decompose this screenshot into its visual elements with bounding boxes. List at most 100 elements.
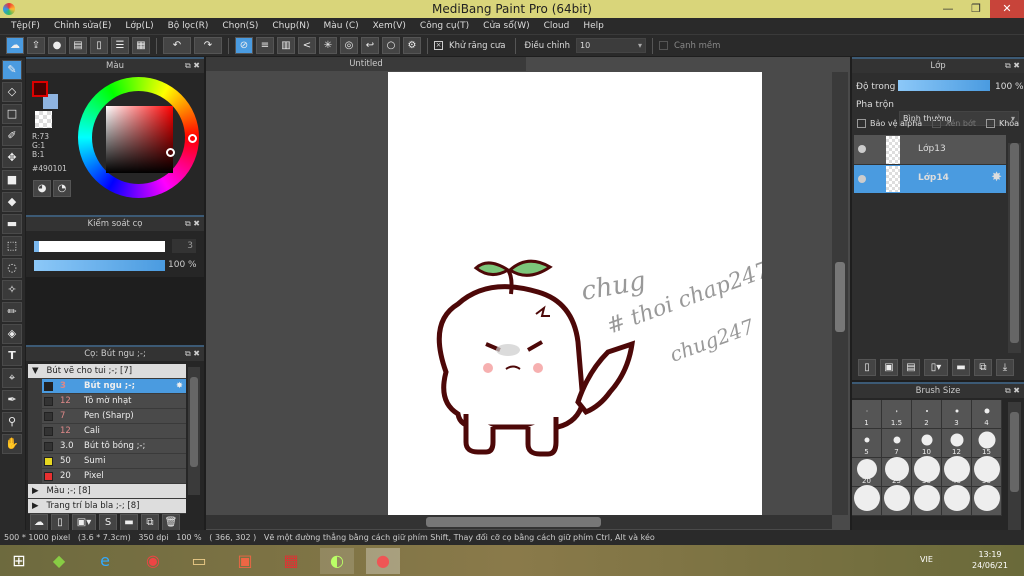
operation-tool-icon[interactable]: ⌖ <box>2 368 22 388</box>
brush-size-cell[interactable] <box>972 485 1002 516</box>
comment-icon[interactable]: ● <box>48 37 66 54</box>
page-list-icon[interactable]: ☰ <box>111 37 129 54</box>
palette-icon[interactable]: ◕ <box>33 180 51 197</box>
menu-file[interactable]: Tệp(F) <box>4 18 47 34</box>
cloud-brush-icon[interactable]: ☁ <box>30 514 48 531</box>
snap-settings-icon[interactable]: ⚙ <box>403 37 421 54</box>
chrome-icon[interactable]: ◉ <box>136 548 170 574</box>
page-grid-icon[interactable]: ▦ <box>132 37 150 54</box>
brush-size-cell[interactable]: 40 <box>942 456 972 487</box>
brush-item[interactable]: 3.0 Bút tô bóng ;-; <box>42 439 186 454</box>
brush-size-cell[interactable]: 7 <box>882 429 912 458</box>
menu-help[interactable]: Help <box>576 18 611 34</box>
brush-tool-icon[interactable]: ✎ <box>2 60 22 80</box>
panel-float-close-icon[interactable]: ⧉ ✖ <box>185 347 200 361</box>
brush-size-cell[interactable]: 20 <box>852 458 882 487</box>
brush-size-cell[interactable]: 1.5 <box>882 400 912 429</box>
brush-size-cell[interactable]: 2 <box>912 400 942 429</box>
magic-wand-tool-icon[interactable]: ✧ <box>2 280 22 300</box>
speech-icon[interactable]: ▤ <box>69 37 87 54</box>
adjust-select[interactable]: 10 <box>575 38 646 53</box>
brush-size-cell[interactable]: 3 <box>942 400 972 429</box>
duplicate-icon[interactable]: ⧉ <box>141 514 159 531</box>
new-halftone-layer-icon[interactable]: ▣ <box>880 359 898 376</box>
layer-settings-icon[interactable]: ✸ <box>991 170 1002 185</box>
brush-size-slider[interactable] <box>34 241 165 252</box>
brush-size-cell[interactable] <box>852 485 882 516</box>
bluestacks-icon[interactable]: ◆ <box>42 548 76 574</box>
undo-icon[interactable]: ↶ <box>163 37 191 54</box>
medibang-taskbar-icon[interactable]: ● <box>366 548 400 574</box>
menu-tools[interactable]: Công cụ(T) <box>413 18 476 34</box>
input-language[interactable]: VIE <box>920 555 933 564</box>
panel-float-close-icon[interactable]: ⧉ ✖ <box>185 59 200 73</box>
canvas[interactable]: chug # thoi chap247 chug247 <box>388 72 773 515</box>
clipping-checkbox[interactable] <box>932 119 942 128</box>
menu-edit[interactable]: Chỉnh sửa(E) <box>47 18 118 34</box>
menu-window[interactable]: Cửa sổ(W) <box>476 18 536 34</box>
brush-item[interactable]: 20 Pixel <box>42 469 186 484</box>
powerpoint-icon[interactable]: ▣ <box>228 548 262 574</box>
menu-snap[interactable]: Chụp(N) <box>265 18 316 34</box>
windows-start-icon[interactable]: ⊞ <box>2 548 36 574</box>
dot-tool-icon[interactable]: □ <box>2 104 22 124</box>
folder-icon[interactable]: ▬ <box>120 514 138 531</box>
brush-group-header[interactable]: ▶ Trang trí bla bla ;-; [8] <box>28 499 186 514</box>
brush-size-cell[interactable] <box>942 485 972 516</box>
vanish-snap-icon[interactable]: < <box>298 37 316 54</box>
canvas-horizontal-scrollbar[interactable] <box>206 515 832 529</box>
lock-checkbox[interactable] <box>985 119 995 128</box>
brush-script-icon[interactable]: S <box>99 514 117 531</box>
share-icon[interactable]: ⇪ <box>27 37 45 54</box>
primary-color-swatch[interactable] <box>32 81 48 97</box>
maximize-button[interactable]: ❐ <box>962 0 990 18</box>
add-brush-menu-icon[interactable]: ▣▾ <box>72 514 96 531</box>
merge-layer-icon[interactable]: ⤓ <box>996 359 1014 376</box>
menu-color[interactable]: Màu (C) <box>317 18 366 34</box>
divide-tool-icon[interactable]: ✒ <box>2 390 22 410</box>
brush-size-cell[interactable]: 5 <box>852 429 882 458</box>
close-button[interactable]: ✕ <box>990 0 1024 18</box>
move-tool-icon[interactable]: ✥ <box>2 148 22 168</box>
panel-float-close-icon[interactable]: ⧉ ✖ <box>1005 59 1020 73</box>
transparent-color-swatch[interactable] <box>35 111 52 128</box>
eraser-tool-icon[interactable]: ◇ <box>2 82 22 102</box>
brush-item[interactable]: 12 Cali <box>42 424 186 439</box>
minimize-button[interactable]: — <box>934 0 962 18</box>
blur-tool-icon[interactable]: ✐ <box>2 126 22 146</box>
brush-settings-icon[interactable]: ✸ <box>176 381 183 391</box>
brush-group-header[interactable]: ▶ Màu ;-; [8] <box>28 484 186 499</box>
menu-cloud[interactable]: Cloud <box>537 18 577 34</box>
select-pen-tool-icon[interactable]: ✏ <box>2 302 22 322</box>
file-explorer-icon[interactable]: ▭ <box>182 548 216 574</box>
select-tool-icon[interactable]: ⬚ <box>2 236 22 256</box>
brush-item-selected[interactable]: 3 Bút ngu ;-; ✸ <box>42 379 186 394</box>
brush-size-cell[interactable]: 30 <box>912 456 942 487</box>
unikey-icon[interactable]: ▦ <box>274 548 308 574</box>
saturation-value-square[interactable] <box>106 106 173 173</box>
eyedropper-tool-icon[interactable]: ⚲ <box>2 412 22 432</box>
hue-handle[interactable] <box>188 134 197 143</box>
canvas-vertical-scrollbar[interactable] <box>832 72 848 515</box>
curve-snap-icon[interactable]: ↩ <box>361 37 379 54</box>
layer-visibility-icon[interactable] <box>858 175 866 183</box>
layer-opacity-slider[interactable] <box>898 80 990 91</box>
soft-edge-checkbox[interactable] <box>658 41 668 50</box>
brush-item[interactable]: 12 Tô mờ nhạt <box>42 394 186 409</box>
layer-visibility-icon[interactable] <box>858 145 866 153</box>
layer-list-scrollbar[interactable] <box>1008 143 1021 353</box>
duplicate-layer-icon[interactable]: ⧉ <box>974 359 992 376</box>
brush-size-cell[interactable]: 50 <box>972 456 1002 487</box>
brush-item[interactable]: 50 Sumi <box>42 454 186 469</box>
text-tool-icon[interactable]: T <box>2 346 22 366</box>
brush-size-cell[interactable]: 12 <box>942 429 972 458</box>
brush-item[interactable]: 7 Pen (Sharp) <box>42 409 186 424</box>
menu-select[interactable]: Chọn(S) <box>215 18 265 34</box>
redo-icon[interactable]: ↷ <box>194 37 222 54</box>
internet-explorer-icon[interactable]: e <box>88 548 122 574</box>
delete-icon[interactable]: 🗑 <box>162 514 180 531</box>
layer-row-selected[interactable]: Lớp14 ✸ <box>854 165 1006 193</box>
panel-float-close-icon[interactable]: ⧉ ✖ <box>1005 384 1020 398</box>
cross-snap-icon[interactable]: ▥ <box>277 37 295 54</box>
clock[interactable]: 13:19 24/06/21 <box>972 549 1008 571</box>
